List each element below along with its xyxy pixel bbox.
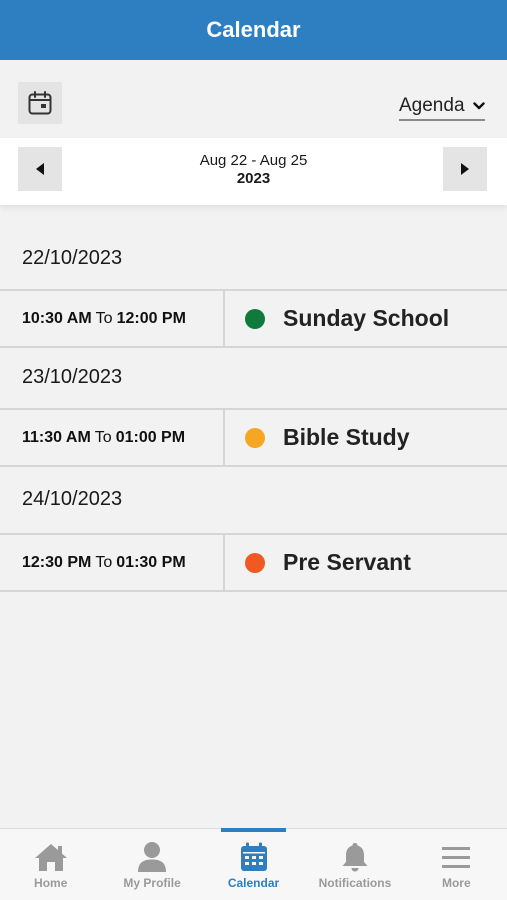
event-time-separator: To [95,553,113,571]
tab-more[interactable]: More [406,829,507,900]
event-start-time: 12:30 PM [22,553,92,571]
tab-label: Calendar [227,876,280,890]
tab-label: More [441,876,471,890]
tab-label: My Profile [123,876,181,890]
event-time: 12:30 PM To 01:30 PM [0,535,225,590]
event-color-dot [245,308,265,329]
tab-label: Home [34,876,68,890]
agenda-date-header: 22/10/2023 [22,246,123,269]
event-name: Bible Study [283,424,410,450]
calendar-toolbar: Agenda [0,60,507,138]
tab-home[interactable]: Home [0,829,101,900]
event-color-dot [245,427,265,448]
caret-right-icon [461,163,469,175]
chevron-down-icon [473,102,485,110]
event-color-dot [245,552,265,573]
page-title: Calendar [206,17,301,42]
event-end-time: 01:30 PM [116,553,186,571]
event-end-time: 01:00 PM [115,428,186,446]
calendar-icon [240,842,267,871]
event-end-time: 12:00 PM [116,309,186,327]
bottom-tab-bar: Home My Profile Calendar Notifications M… [0,828,507,900]
date-range-dates: Aug 22 - Aug 25 [199,152,308,169]
tab-notifications[interactable]: Notifications [304,829,405,900]
person-icon [138,842,167,872]
event-time: 10:30 AM To 12:00 PM [0,291,225,346]
agenda-list: 22/10/2023 10:30 AM To 12:00 PM Sunday S… [0,227,507,592]
app-header: Calendar [0,0,507,60]
next-range-button[interactable] [443,147,487,191]
event-start-time: 11:30 AM [22,428,91,446]
tab-my-profile[interactable]: My Profile [101,829,202,900]
date-range-bar: Aug 22 - Aug 25 2023 [0,138,507,205]
home-icon [34,844,67,871]
event-info: Bible Study [225,410,410,465]
date-range-label: Aug 22 - Aug 25 2023 [0,152,507,188]
bell-icon [342,843,368,872]
date-range-year: 2023 [236,170,271,187]
tab-calendar[interactable]: Calendar [203,828,304,900]
agenda-event[interactable]: 12:30 PM To 01:30 PM Pre Servant [0,533,507,592]
menu-icon [442,847,471,868]
event-name: Sunday School [283,305,450,331]
tab-label: Notifications [318,876,392,890]
event-name: Pre Servant [283,549,411,575]
event-info: Sunday School [225,291,449,346]
agenda-event[interactable]: 10:30 AM To 12:00 PM Sunday School [0,289,507,348]
event-start-time: 10:30 AM [22,309,92,327]
calendar-icon [28,91,52,115]
event-time-separator: To [94,428,112,446]
view-mode-value: Agenda [399,95,465,116]
event-info: Pre Servant [225,535,411,590]
date-picker-button[interactable] [18,82,62,124]
view-mode-select[interactable]: Agenda [399,93,485,121]
event-time: 11:30 AM To 01:00 PM [0,410,225,465]
agenda-date-header: 24/10/2023 [22,487,123,510]
event-time-separator: To [95,309,113,327]
agenda-date-header: 23/10/2023 [22,365,123,388]
agenda-event[interactable]: 11:30 AM To 01:00 PM Bible Study [0,408,507,467]
